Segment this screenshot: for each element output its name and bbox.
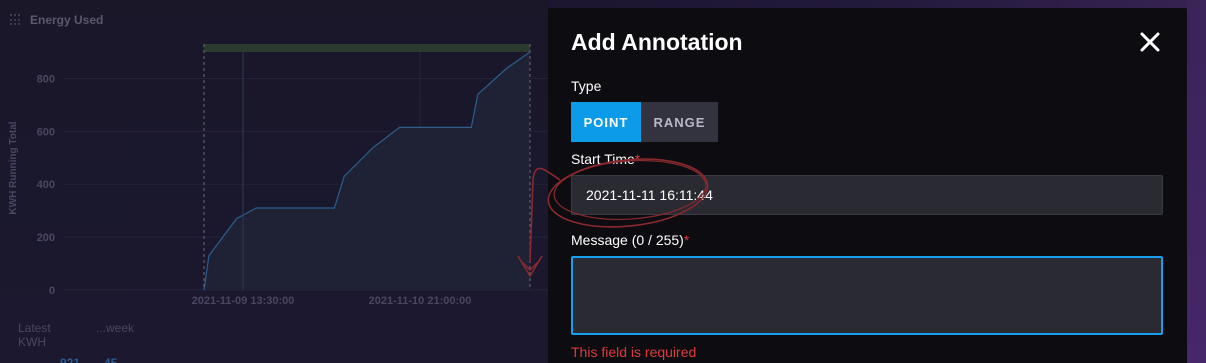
y-tick-label: 200: [37, 232, 55, 244]
energy-chart: 0200400600800 2021-11-09 13:30:00 2021-11…: [8, 44, 548, 307]
y-tick-label: 400: [37, 179, 55, 191]
series-area: [204, 52, 530, 290]
message-label: Message (0 / 255)*: [571, 232, 689, 248]
background-strip: [1187, 0, 1206, 363]
required-marker: *: [634, 151, 641, 167]
legend-header-week: ...week: [96, 321, 135, 335]
x-axis-ticks: 2021-11-09 13:30:00 2021-11-10 21:00:00: [192, 295, 472, 307]
type-toggle: POINT RANGE: [571, 102, 718, 142]
y-axis-ticks: 0 200 400 600 800: [37, 73, 55, 297]
message-error: This field is required: [571, 344, 697, 360]
close-icon[interactable]: [1139, 31, 1161, 53]
start-time-label: Start Time*: [571, 151, 640, 167]
legend-value-week: 45: [104, 356, 118, 363]
x-tick-label: 2021-11-09 13:30:00: [192, 295, 295, 307]
legend-table: Latest KWH ...week 921 45: [18, 321, 134, 363]
modal-title: Add Annotation: [571, 29, 743, 55]
start-time-label-text: Start Time: [571, 151, 635, 167]
close-button[interactable]: [1139, 31, 1161, 53]
x-tick-label: 2021-11-10 21:00:00: [369, 295, 472, 307]
energy-used-panel: Energy Used 0 200 400 600 800 2021-11-09 13:…: [0, 0, 548, 363]
required-marker: *: [683, 232, 690, 248]
legend-header-latest: Latest KWH: [18, 321, 51, 349]
start-time-input[interactable]: [571, 175, 1163, 215]
message-textarea[interactable]: [571, 256, 1163, 335]
type-option-range[interactable]: RANGE: [641, 102, 718, 142]
y-tick-label: 600: [37, 126, 55, 138]
annotation-range-band: [204, 44, 530, 52]
legend-value-latest: 921: [59, 356, 80, 363]
type-option-point[interactable]: POINT: [571, 102, 641, 142]
y-axis-label: KWH Running Total: [8, 121, 19, 214]
y-tick-label: 0: [49, 285, 55, 297]
type-label: Type: [571, 78, 602, 94]
y-tick-label: 800: [37, 73, 55, 85]
add-annotation-modal: Add Annotation Type POINT RANGE Start Ti…: [548, 8, 1187, 363]
message-label-text: Message (0 / 255): [571, 232, 684, 248]
